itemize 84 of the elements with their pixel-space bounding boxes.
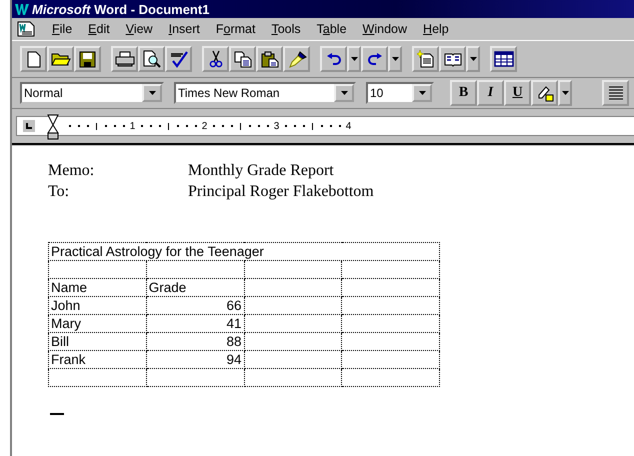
end-of-document-mark <box>50 413 64 415</box>
insert-button[interactable] <box>412 46 439 72</box>
caret-icon <box>418 91 426 95</box>
scissors-icon <box>208 50 222 68</box>
open-folder-icon <box>50 51 70 67</box>
book-button[interactable] <box>439 46 466 72</box>
table-cell: Mary <box>48 314 146 332</box>
menu-item[interactable]: File <box>44 22 80 36</box>
table-cell: 88 <box>146 332 244 350</box>
redo-icon <box>366 53 382 65</box>
caret-icon <box>562 91 568 95</box>
menu-item[interactable]: Tools <box>263 22 309 36</box>
table-cell: Name <box>48 278 146 296</box>
align-icon <box>608 86 622 100</box>
table-cell: 66 <box>146 296 244 314</box>
caret-icon <box>340 91 348 95</box>
ruler-number: 1 <box>128 120 136 132</box>
document-sparkle-icon <box>416 50 434 68</box>
window-title: Microsoft Word - Document1 <box>32 2 210 16</box>
dropdown-button[interactable] <box>347 46 361 72</box>
word-logo-icon <box>15 2 29 16</box>
copy-icon <box>234 50 252 68</box>
table-cell: John <box>48 296 146 314</box>
caret-icon <box>470 57 476 61</box>
caret-icon <box>350 57 358 61</box>
ruler-number: 3 <box>272 120 280 132</box>
table-button[interactable] <box>490 46 517 72</box>
paintbrush-icon <box>286 50 306 68</box>
memo-label: Memo: <box>48 162 96 181</box>
table-cell: Frank <box>48 350 146 368</box>
ruler-number: 2 <box>200 120 208 132</box>
indent-marker-icon[interactable] <box>47 114 59 140</box>
caret-icon <box>148 91 156 95</box>
paste-icon <box>260 50 278 68</box>
caret-icon <box>392 57 398 61</box>
font-dropdown[interactable]: Times New Roman <box>174 82 356 104</box>
italic-button[interactable]: I <box>477 80 504 106</box>
font-size-dropdown[interactable]: 10 <box>366 82 434 104</box>
table-cell: 94 <box>146 350 244 368</box>
ruler-number: 4 <box>344 120 352 132</box>
menu-item[interactable]: Insert <box>160 22 208 36</box>
print-preview-button[interactable] <box>138 46 165 72</box>
memo-label: To: <box>48 183 70 202</box>
menu-item[interactable]: View <box>118 22 161 36</box>
document-icon[interactable] <box>16 21 36 37</box>
menu-item[interactable]: Edit <box>80 22 118 36</box>
copy-button[interactable] <box>229 46 256 72</box>
menu-item[interactable]: Help <box>415 22 457 36</box>
dropdown-button[interactable] <box>388 46 402 72</box>
memo-value: Principal Roger Flakebottom <box>188 183 374 202</box>
new-document-icon <box>26 50 40 68</box>
redo-button[interactable] <box>361 46 388 72</box>
align-button[interactable] <box>602 80 629 106</box>
format-painter-button[interactable] <box>283 46 310 72</box>
cut-button[interactable] <box>202 46 229 72</box>
table-cell: Grade <box>146 278 244 296</box>
dropdown-button[interactable] <box>466 46 480 72</box>
table-cell: 41 <box>146 314 244 332</box>
undo-icon <box>326 53 342 65</box>
print-icon <box>114 51 134 67</box>
book-icon <box>444 52 462 66</box>
tab-stop-icon[interactable] <box>23 120 35 132</box>
new-document-button[interactable] <box>20 46 47 72</box>
open-folder-button[interactable] <box>47 46 74 72</box>
save-disk-button[interactable] <box>74 46 101 72</box>
dropdown-button[interactable] <box>558 80 572 106</box>
paste-button[interactable] <box>256 46 283 72</box>
menu-item[interactable]: Format <box>208 22 264 36</box>
table-title: Practical Astrology for the Teenager <box>48 242 440 260</box>
underline-button[interactable]: U <box>504 80 531 106</box>
highlight-button[interactable] <box>531 80 558 106</box>
print-preview-icon <box>142 50 160 68</box>
memo-value: Monthly Grade Report <box>188 162 334 181</box>
print-button[interactable] <box>111 46 138 72</box>
table-icon <box>494 51 514 67</box>
bold-button[interactable]: B <box>450 80 477 106</box>
style-dropdown[interactable]: Normal <box>20 82 164 104</box>
spelling-check-icon <box>170 50 188 68</box>
spelling-check-button[interactable] <box>165 46 192 72</box>
undo-button[interactable] <box>320 46 347 72</box>
highlighter-icon <box>536 84 554 102</box>
menu-item[interactable]: Table <box>308 22 355 36</box>
menu-item[interactable]: Window <box>354 22 416 36</box>
table-cell: Bill <box>48 332 146 350</box>
